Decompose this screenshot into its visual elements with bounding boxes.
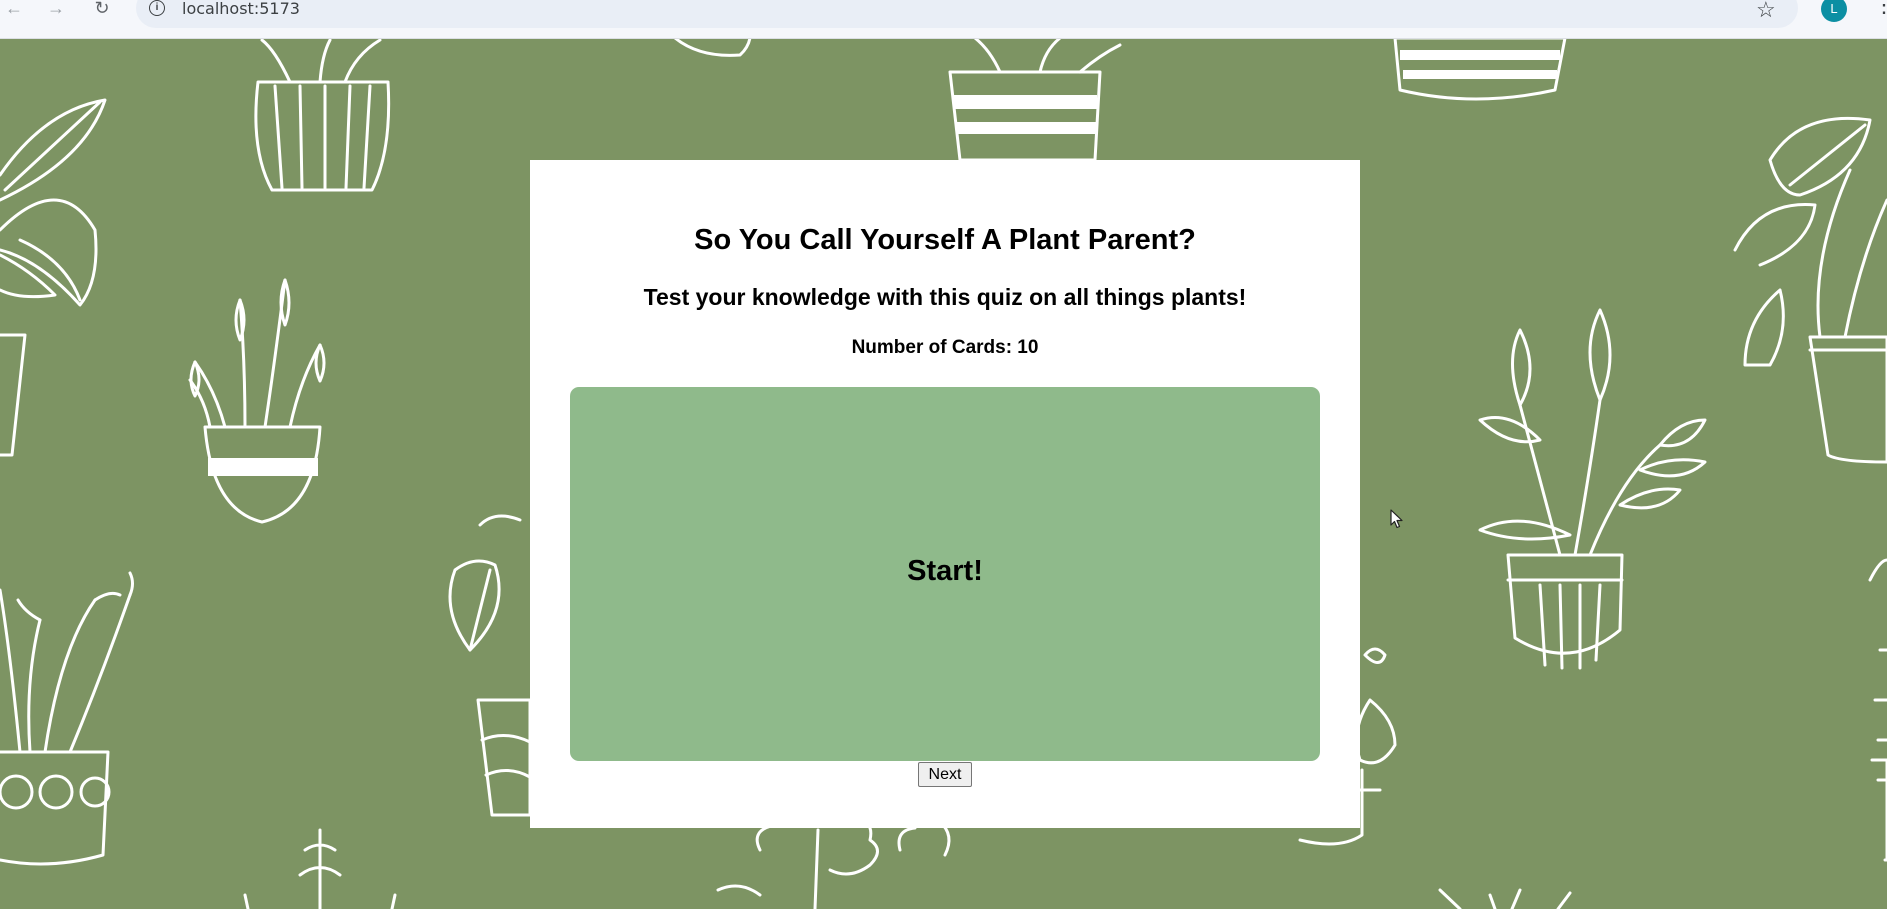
sprig-illustration [298, 828, 342, 909]
leaf-illustration [1868, 558, 1887, 782]
next-button[interactable]: Next [918, 762, 972, 787]
plant-pot-illustration [0, 333, 27, 457]
url-text[interactable]: localhost:5173 [182, 0, 300, 18]
plant-pot-illustration [1733, 116, 1887, 464]
plant-pot-illustration [1393, 38, 1567, 101]
flash-card-text: Start! [907, 555, 983, 587]
plant-pot-illustration [0, 571, 134, 866]
plant-pot-illustration [1870, 758, 1887, 862]
forward-arrow-icon[interactable]: → [42, 0, 70, 20]
quiz-panel: So You Call Yourself A Plant Parent? Tes… [530, 160, 1360, 828]
plant-pot-illustration [673, 38, 752, 57]
plant-pot-illustration [1478, 308, 1707, 670]
quiz-subtitle: Test your knowledge with this quiz on al… [643, 284, 1247, 310]
plant-pot-illustration [254, 38, 391, 192]
striped-pot-illustration [948, 38, 1122, 162]
address-bar[interactable]: i localhost:5173 [136, 0, 1798, 28]
bookmark-star-icon[interactable]: ☆ [1756, 0, 1776, 23]
browser-toolbar: ← → ↻ i localhost:5173 ☆ L ⋮ [0, 0, 1887, 39]
quiz-title: So You Call Yourself A Plant Parent? [694, 224, 1196, 256]
mouse-cursor-icon [1390, 509, 1403, 529]
leaf-illustration [0, 98, 107, 307]
card-count: Number of Cards: 10 [851, 337, 1039, 358]
back-arrow-icon[interactable]: ← [0, 0, 28, 20]
reload-icon[interactable]: ↻ [88, 0, 116, 20]
profile-avatar[interactable]: L [1821, 0, 1847, 22]
kebab-menu-icon[interactable]: ⋮ [1873, 0, 1887, 16]
info-icon[interactable]: i [149, 0, 165, 16]
leaf-illustration [448, 514, 532, 817]
grass-illustration [1438, 888, 1572, 909]
flash-card[interactable]: Start! [570, 387, 1320, 761]
lavender-pot-illustration [188, 278, 326, 524]
